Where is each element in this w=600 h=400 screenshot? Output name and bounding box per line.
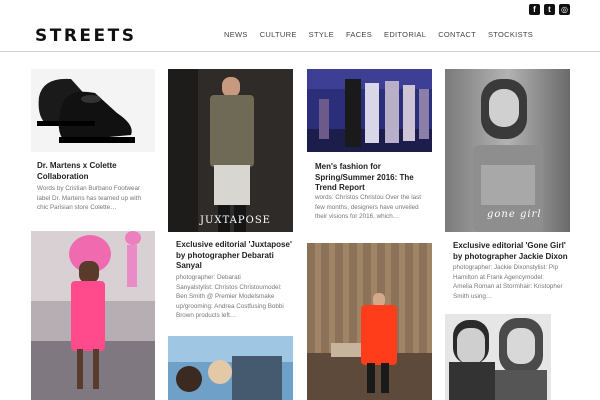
card-title[interactable]: Dr. Martens x Colette Collaboration xyxy=(37,161,117,182)
card-excerpt: photographer: Jackie Dixonstylist: Pip H… xyxy=(453,263,563,301)
card-title-line: Exclusive editorial 'Gone Girl' xyxy=(453,241,566,250)
nav-style[interactable]: STYLE xyxy=(309,30,334,39)
site-logo[interactable]: STREETS xyxy=(35,26,137,46)
nav-faces[interactable]: FACES xyxy=(346,30,372,39)
card-image-juxtapose[interactable]: JUXTAPOSE xyxy=(168,69,293,232)
gone-girl-overlay-text: gone girl xyxy=(487,209,542,220)
nav-culture[interactable]: CULTURE xyxy=(260,30,297,39)
card-image-runway-men[interactable] xyxy=(307,69,432,152)
card-excerpt-line: chic Parisian store Colette… xyxy=(37,204,117,211)
card-excerpt-line: label Dr. Martens has teamed up with xyxy=(37,194,141,202)
card-excerpt-line: up/grooming: Andrea Costfusing Bobbi xyxy=(176,302,284,310)
card-excerpt-line: Hamilton at Frank Agencymodel: xyxy=(453,273,544,281)
card-excerpt-line: photographer: Debarati xyxy=(176,274,241,281)
card-title-line: Spring/Summer 2016: The xyxy=(315,172,414,182)
nav-contact[interactable]: CONTACT xyxy=(438,30,476,39)
instagram-icon[interactable]: ◎ xyxy=(559,4,570,15)
card-excerpt-line: words: Christos Christou Over the last xyxy=(315,194,422,201)
twitter-icon[interactable]: t xyxy=(544,4,555,15)
card-excerpt-line: their visions for 2016, which… xyxy=(315,213,399,220)
shoes-image xyxy=(37,78,135,143)
card-title-line: Collaboration xyxy=(37,171,89,181)
card-title-line: by photographer Jackie Dixon xyxy=(453,251,568,261)
card-excerpt-line: Sanyalstylist: Christos Christoumodel: xyxy=(176,283,282,291)
card-excerpt-line: Ben Smith @ Premier Modelsmake xyxy=(176,293,275,300)
card-excerpt: words: Christos Christou Over the last f… xyxy=(315,193,421,222)
card-excerpt-line: Smith using… xyxy=(453,292,493,300)
nav-news[interactable]: NEWS xyxy=(224,30,248,39)
card-image-car[interactable] xyxy=(168,336,293,400)
card-excerpt-line: few months, designers have unveiled xyxy=(315,203,419,211)
facebook-icon[interactable]: f xyxy=(529,4,540,15)
card-excerpt: Words by Cristian Burbano Footwear label… xyxy=(37,184,141,213)
card-title[interactable]: Men's fashion for Spring/Summer 2016: Th… xyxy=(315,162,414,194)
nav-editorial[interactable]: EDITORIAL xyxy=(384,30,426,39)
card-title-line: by photographer Debarati xyxy=(176,250,274,260)
card-title-line: Trend Report xyxy=(315,183,365,192)
nav-stockists[interactable]: STOCKISTS xyxy=(488,30,533,39)
card-excerpt: photographer: Debarati Sanyalstylist: Ch… xyxy=(176,273,284,321)
card-image-runway-pink[interactable] xyxy=(31,231,155,400)
card-image-gone-girl[interactable]: gone girl xyxy=(445,69,570,232)
card-excerpt-line: photographer: Jackie Dixonstylist: Pip xyxy=(453,264,558,271)
card-title-line: Dr. Martens x Colette xyxy=(37,161,117,170)
site-header: STREETS NEWS CULTURE STYLE FACES EDITORI… xyxy=(0,0,600,52)
card-image-couple[interactable] xyxy=(445,314,551,400)
card-title-line: Men's fashion for xyxy=(315,162,381,171)
main-nav: NEWS CULTURE STYLE FACES EDITORIAL CONTA… xyxy=(224,30,545,39)
card-image-red-coat[interactable] xyxy=(307,243,432,400)
card-image-shoes[interactable] xyxy=(31,69,155,152)
social-links: f t ◎ xyxy=(529,4,570,15)
card-title-line: Exclusive editorial 'Juxtapose' xyxy=(176,240,292,249)
card-title[interactable]: Exclusive editorial 'Juxtapose' by photo… xyxy=(176,240,292,272)
card-excerpt-line: Brown products left… xyxy=(176,312,237,319)
juxtapose-overlay-text: JUXTAPOSE xyxy=(200,215,271,226)
card-title-line: Sanyal xyxy=(176,261,202,270)
card-excerpt-line: Amelia Roman at Stormhair: Kristopher xyxy=(453,283,563,290)
card-title[interactable]: Exclusive editorial 'Gone Girl' by photo… xyxy=(453,241,568,262)
card-excerpt-line: Words by Cristian Burbano Footwear xyxy=(37,185,141,192)
